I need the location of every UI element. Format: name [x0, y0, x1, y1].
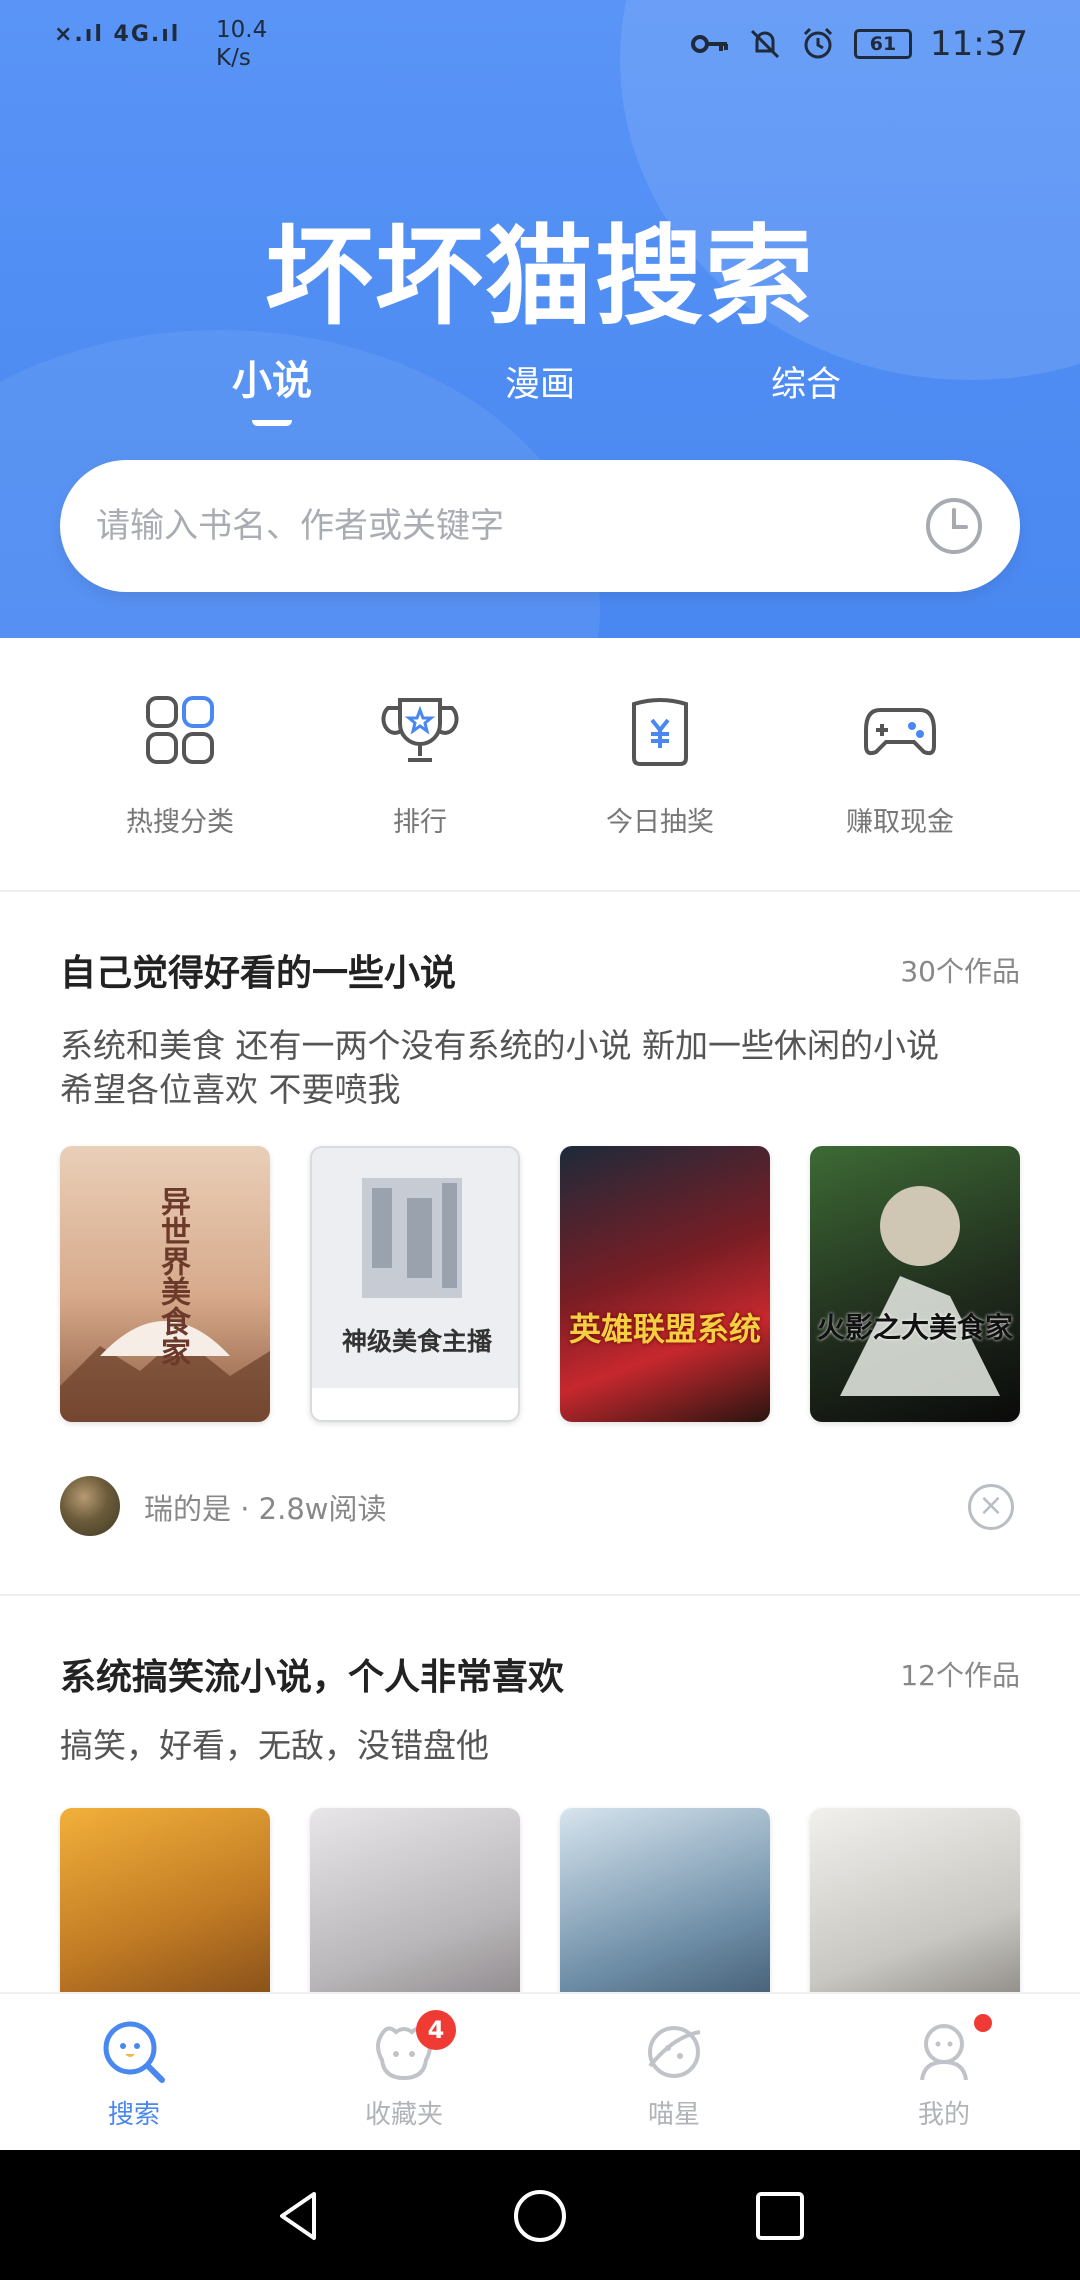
- quick-ranking[interactable]: 排行: [300, 690, 540, 839]
- cover-title: 异世界美食家: [155, 1186, 190, 1366]
- profile-icon: [920, 2024, 968, 2081]
- quick-lottery[interactable]: 今日抽奖: [540, 690, 780, 839]
- cover-title: 神级美食主播: [341, 1327, 492, 1356]
- section-divider: [0, 890, 1080, 892]
- book-covers: [60, 1808, 1020, 1992]
- profile-notification-dot: [974, 2014, 992, 2032]
- key-icon: [691, 35, 729, 53]
- mute-icon: [750, 29, 780, 59]
- system-navigation-bar: [0, 2150, 1080, 2280]
- nav-label: 喵星: [647, 2100, 700, 2130]
- nav-favorites[interactable]: 4 收藏夹: [304, 2010, 504, 2131]
- description-line: 系统和美食 还有一两个没有系统的小说 新加一些休闲的小说: [60, 1026, 939, 1065]
- nav-planet[interactable]: 喵星: [574, 2016, 774, 2131]
- nav-label: 我的: [917, 2100, 970, 2130]
- book-cover[interactable]: [310, 1808, 520, 1992]
- booklist-card[interactable]: 系统搞笑流小说，个人非常喜欢 12个作品 搞笑，好看，无敌，没错盘他: [0, 1648, 1080, 1992]
- alarm-icon: [803, 27, 833, 59]
- tab-label: 综合: [770, 365, 841, 405]
- favorites-badge: 4: [416, 2010, 456, 2050]
- booklist-count: 30个作品: [900, 955, 1020, 988]
- section-divider: [0, 1594, 1080, 1596]
- booklist-description: 搞笑，好看，无敌，没错盘他: [60, 1724, 1030, 1768]
- app-title: 坏坏猫搜索: [264, 215, 815, 340]
- cover-art: [312, 1178, 518, 1420]
- description-line: 搞笑，好看，无敌，没错盘他: [60, 1726, 489, 1765]
- booklist-title: 系统搞笑流小说，个人非常喜欢: [60, 1657, 565, 1698]
- booklist-card[interactable]: 自己觉得好看的一些小说 30个作品 系统和美食 还有一两个没有系统的小说 新加一…: [0, 944, 1080, 1584]
- header: ×.ıl 4G.ıl 10.4 K/s 61 11:37 坏坏猫搜索 小说 漫画…: [0, 0, 1080, 638]
- recents-icon[interactable]: [752, 2188, 808, 2244]
- gamepad-icon: [864, 708, 936, 756]
- search-mascot-icon: [103, 2021, 165, 2083]
- trophy-icon: [381, 698, 459, 762]
- battery-indicator: 61: [854, 29, 913, 59]
- cover-art: [840, 1186, 1000, 1396]
- clock-time: 11:37: [930, 24, 1028, 64]
- book-cover[interactable]: 英雄联盟系统: [560, 1146, 770, 1422]
- description-line: 希望各位喜欢 不要喷我: [60, 1070, 401, 1109]
- cover-title: 火影之大美食家: [816, 1311, 1013, 1344]
- nav-search[interactable]: 搜索: [34, 2016, 234, 2131]
- tab-general[interactable]: 综合: [716, 356, 896, 407]
- search-input[interactable]: [96, 496, 876, 556]
- quick-earn-cash[interactable]: 赚取现金: [780, 690, 1020, 839]
- book-cover[interactable]: [560, 1808, 770, 1992]
- status-right: 61 11:37: [690, 24, 1028, 64]
- speed-value: 10.4: [216, 17, 268, 43]
- bottom-navigation: 搜索 4 收藏夹 喵星 我的: [0, 1992, 1080, 2150]
- category-tabs: 小说 漫画 综合: [0, 348, 1080, 438]
- back-icon[interactable]: [272, 2188, 328, 2244]
- quick-action-label: 热搜分类: [126, 807, 234, 838]
- network-indicator: ×.ıl 4G.ıl: [54, 22, 181, 47]
- book-cover[interactable]: 神级美食主播: [310, 1146, 520, 1422]
- tab-comic[interactable]: 漫画: [450, 356, 630, 407]
- booklist-title: 自己觉得好看的一些小说: [60, 953, 457, 994]
- nav-label: 搜索: [107, 2100, 160, 2130]
- book-cover[interactable]: 火影之大美食家: [810, 1146, 1020, 1422]
- grid-icon: [146, 696, 214, 764]
- lottery-icon: [632, 698, 688, 766]
- planet-icon: [648, 2026, 701, 2078]
- book-covers: 异世界美食家 神级美食主播 英雄联盟系统 火影之大美食家: [60, 1146, 1020, 1422]
- active-tab-indicator: [252, 418, 292, 426]
- book-cover[interactable]: [810, 1808, 1020, 1992]
- tab-novel[interactable]: 小说: [182, 348, 362, 426]
- app-screen: ×.ıl 4G.ıl 10.4 K/s 61 11:37 坏坏猫搜索 小说 漫画…: [0, 0, 1080, 2280]
- search-bar: [60, 460, 1020, 592]
- quick-action-label: 排行: [393, 807, 447, 838]
- booklist-description: 系统和美食 还有一两个没有系统的小说 新加一些休闲的小说 希望各位喜欢 不要喷我: [60, 1024, 1030, 1112]
- nav-profile[interactable]: 我的: [844, 2014, 1044, 2131]
- home-icon[interactable]: [512, 2188, 568, 2244]
- speed-unit: K/s: [216, 45, 251, 71]
- tab-label: 漫画: [504, 365, 575, 405]
- nav-label: 收藏夹: [364, 2100, 443, 2130]
- status-bar: ×.ıl 4G.ıl 10.4 K/s 61 11:37: [0, 0, 1080, 92]
- quick-actions: 热搜分类 排行 今日抽奖 赚取现金: [0, 690, 1080, 860]
- cover-title: 英雄联盟系统: [568, 1310, 761, 1348]
- booklist-author: 瑞的是 · 2.8w阅读 ×: [60, 1476, 1020, 1538]
- avatar[interactable]: [60, 1476, 120, 1536]
- quick-action-label: 赚取现金: [846, 807, 954, 838]
- close-icon[interactable]: ×: [968, 1484, 1014, 1530]
- quick-hot-category[interactable]: 热搜分类: [60, 690, 300, 839]
- author-meta: 瑞的是 · 2.8w阅读: [144, 1492, 387, 1526]
- book-cover[interactable]: 异世界美食家: [60, 1146, 270, 1422]
- booklist-count: 12个作品: [900, 1659, 1020, 1692]
- network-speed: 10.4 K/s: [216, 16, 267, 72]
- history-clock-icon[interactable]: [924, 496, 984, 556]
- quick-action-label: 今日抽奖: [606, 807, 714, 838]
- book-cover[interactable]: [60, 1808, 270, 1992]
- tab-label: 小说: [232, 358, 312, 404]
